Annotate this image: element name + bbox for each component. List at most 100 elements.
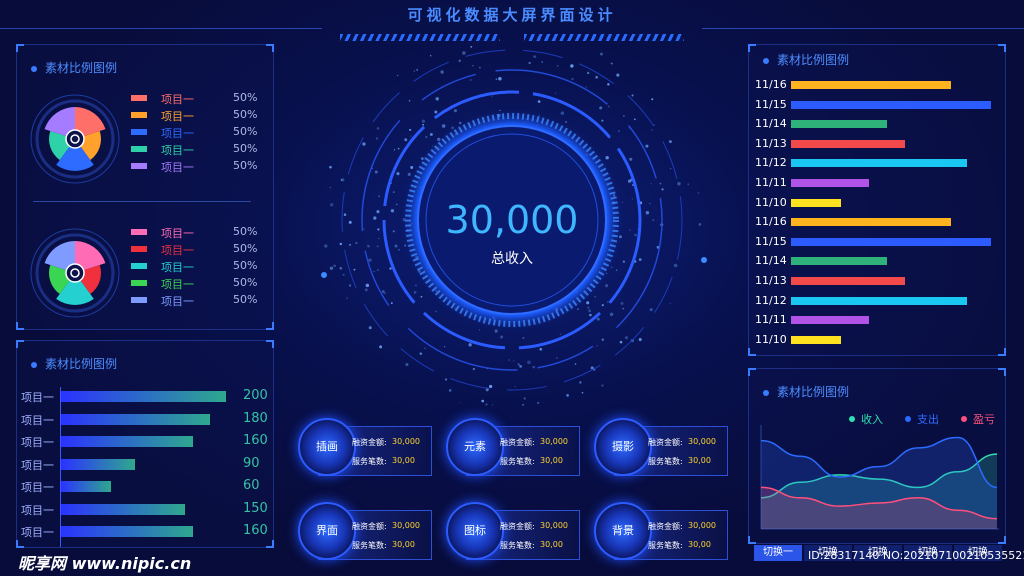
legend-dot <box>905 416 911 422</box>
legend-label: 项目一 <box>161 227 194 240</box>
legend-label: 项目一 <box>161 278 194 291</box>
particle <box>408 100 411 102</box>
date-bar <box>791 316 869 325</box>
particle <box>443 346 446 348</box>
particle <box>622 260 626 263</box>
watermark-site: 昵享网 www.nipic.cn <box>18 554 192 573</box>
bar-category-label: 项目一 <box>21 436 54 449</box>
particle <box>629 229 631 231</box>
stat-card[interactable]: 元素 融资金额: 30,000 服务笔数: 30,00 <box>446 418 582 478</box>
bar-category-label: 项目一 <box>21 503 54 517</box>
particle <box>376 127 380 130</box>
particle <box>389 267 392 270</box>
particle <box>697 192 700 194</box>
card-key: 服务笔数: <box>648 541 683 550</box>
particle <box>554 92 557 94</box>
tab-1[interactable]: 切换一 <box>754 545 802 561</box>
particle <box>368 326 372 330</box>
date-bar <box>791 159 967 168</box>
particle <box>329 165 332 169</box>
particle <box>435 97 439 101</box>
particle <box>479 66 481 69</box>
card-value: 30,00 <box>688 540 711 549</box>
bar <box>61 526 193 537</box>
particle <box>528 61 531 65</box>
particle <box>638 337 642 342</box>
particle <box>609 312 614 317</box>
particle <box>661 188 664 191</box>
particle <box>523 397 526 400</box>
card-value: 30,00 <box>540 540 563 549</box>
particle <box>405 363 409 366</box>
stat-card[interactable]: 界面 融资金额: 30,000 服务笔数: 30,00 <box>298 502 434 562</box>
particle <box>409 128 412 132</box>
pie-chart-1 <box>30 94 120 184</box>
card-key: 服务笔数: <box>500 457 535 466</box>
stat-card[interactable]: 插画 融资金额: 30,000 服务笔数: 30,00 <box>298 418 434 478</box>
particle <box>329 266 334 270</box>
particle <box>355 241 358 245</box>
particle <box>343 213 347 216</box>
particle <box>618 130 620 132</box>
card-value: 30,000 <box>540 521 568 530</box>
particle <box>392 191 395 194</box>
particle <box>368 258 372 262</box>
particle <box>420 295 423 298</box>
pie-divider <box>33 201 251 202</box>
legend-swatch <box>131 112 147 118</box>
particle <box>610 62 613 65</box>
particle <box>481 399 485 403</box>
particle <box>379 345 383 349</box>
particle <box>605 155 609 160</box>
legend-swatch <box>131 95 147 101</box>
card-value: 30,000 <box>688 521 716 530</box>
particle <box>539 347 543 351</box>
area-chart-panel-title: 素材比例图例 <box>763 383 849 400</box>
particle <box>419 352 423 355</box>
bar-panel: 素材比例图例 项目一 200 项目一 180 项目一 160 项目一 90 项目一 60 项目一 15… <box>16 340 274 548</box>
particle <box>500 335 504 339</box>
particle <box>324 244 328 248</box>
particle <box>687 183 690 186</box>
stat-card[interactable]: 背景 融资金额: 30,000 服务笔数: 30,00 <box>594 502 730 562</box>
card-value: 30,00 <box>688 456 711 465</box>
legend-label: 项目一 <box>161 161 194 174</box>
date-label: 11/11 <box>755 176 787 189</box>
stat-card[interactable]: 摄影 融资金额: 30,000 服务笔数: 30,00 <box>594 418 730 478</box>
particle <box>560 111 565 115</box>
particle <box>498 77 502 81</box>
date-bar <box>791 218 951 227</box>
card-key: 融资金额: <box>352 522 387 531</box>
particle <box>470 45 473 48</box>
particle <box>649 203 651 205</box>
particle <box>495 78 498 80</box>
particle <box>373 270 375 273</box>
particle <box>429 133 433 137</box>
bar <box>61 458 136 470</box>
bar <box>61 503 185 515</box>
stat-card[interactable]: 图标 融资金额: 30,000 服务笔数: 30,00 <box>446 502 582 562</box>
particle <box>410 135 412 137</box>
legend-dot <box>849 416 855 422</box>
particle <box>517 363 520 366</box>
date-label: 11/12 <box>755 156 787 170</box>
particle <box>588 309 592 313</box>
bar-panel-title: 素材比例图例 <box>31 355 117 372</box>
particle <box>605 284 609 288</box>
particle <box>677 182 681 186</box>
legend-swatch <box>131 263 147 269</box>
particle <box>514 386 516 388</box>
particle <box>652 219 655 222</box>
particle <box>645 211 650 215</box>
particle <box>650 183 652 185</box>
legend-percent: 50% <box>233 276 258 289</box>
header: 可视化数据大屏界面设计 <box>0 0 1024 41</box>
particle <box>390 302 393 305</box>
bar <box>61 391 226 402</box>
legend-swatch <box>131 297 147 303</box>
particle <box>422 123 425 126</box>
particle <box>470 79 472 81</box>
particle <box>601 384 604 387</box>
card-title: 界面 <box>316 524 338 537</box>
legend-label: 项目一 <box>161 244 194 257</box>
